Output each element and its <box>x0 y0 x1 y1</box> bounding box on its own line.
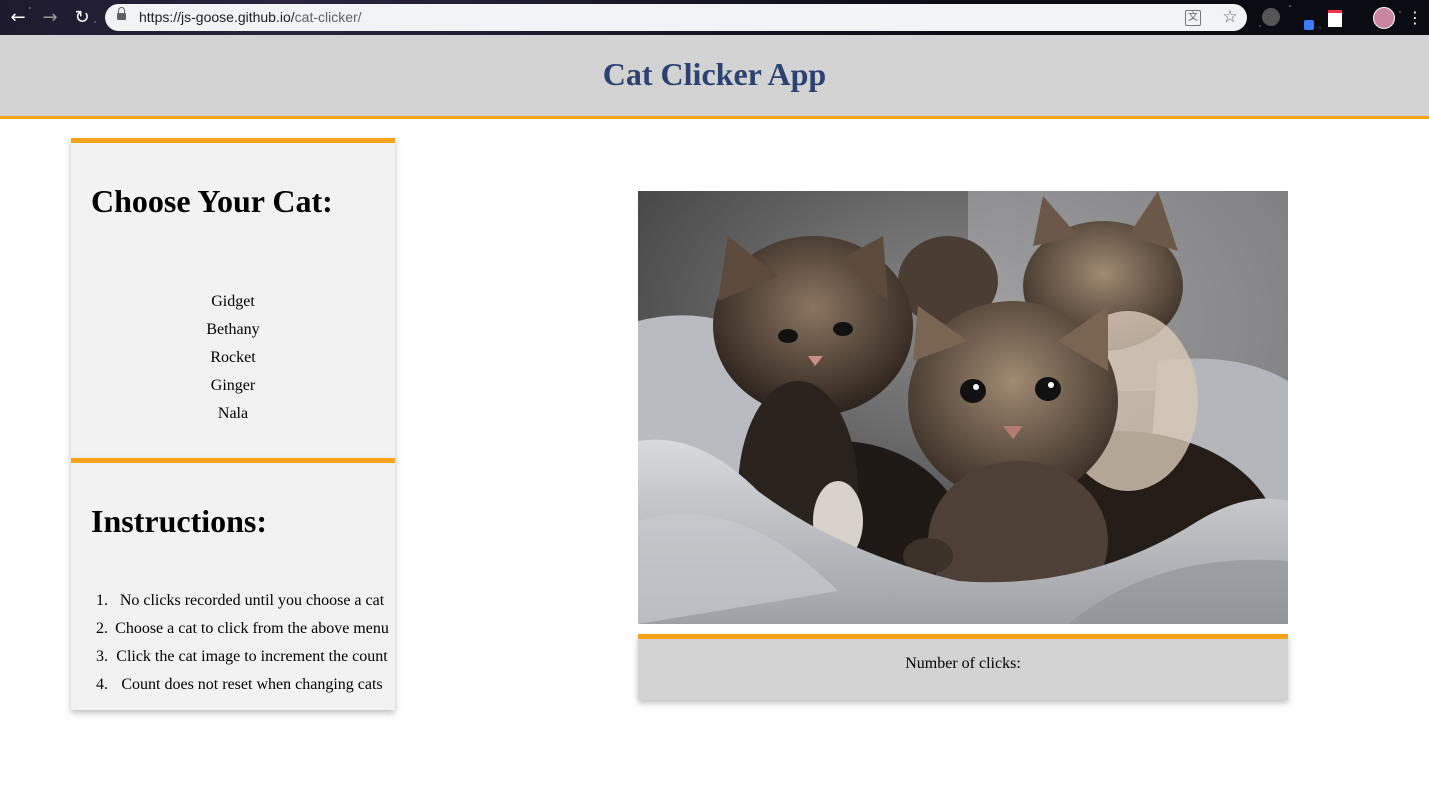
instruction-text: No clicks recorded until you choose a ca… <box>119 592 385 609</box>
instruction-text: Click the cat image to increment the cou… <box>116 648 388 665</box>
back-arrow-icon[interactable]: ← <box>6 6 30 30</box>
app-header: Cat Clicker App <box>0 35 1429 119</box>
cat-option-ginger[interactable]: Ginger <box>71 372 395 400</box>
instruction-item: 1. No clicks recorded until you choose a … <box>71 587 395 615</box>
reload-icon[interactable]: ↻ <box>70 6 94 30</box>
translate-icon[interactable]: 文 <box>1185 10 1201 26</box>
instruction-item: 4. Count does not reset when changing cat… <box>71 671 395 699</box>
instruction-text: Count does not reset when changing cats <box>121 676 383 693</box>
page-title: Cat Clicker App <box>602 56 827 92</box>
cat-menu-card: Choose Your Cat: Gidget Bethany Rocket G… <box>71 138 395 458</box>
address-bar[interactable]: https://js-goose.github.io/cat-clicker/ … <box>105 4 1247 31</box>
url-path: cat-clicker/ <box>294 9 362 25</box>
instruction-number: 1. <box>96 592 108 609</box>
url-text[interactable]: https://js-goose.github.io/cat-clicker/ <box>139 9 362 25</box>
instruction-text: Choose a cat to click from the above men… <box>115 620 389 637</box>
kittens-photo <box>638 191 1288 624</box>
cat-menu-heading: Choose Your Cat: <box>91 183 333 219</box>
instructions-heading: Instructions: <box>91 503 268 539</box>
instruction-item: 3. Click the cat image to increment the c… <box>71 643 395 671</box>
cat-option-nala[interactable]: Nala <box>71 400 395 428</box>
click-counter-label: Number of clicks: <box>905 655 1021 672</box>
extension-calendar-icon[interactable] <box>1328 10 1342 27</box>
cat-option-rocket[interactable]: Rocket <box>71 344 395 372</box>
instruction-number: 4. <box>96 676 108 693</box>
browser-toolbar: ← → ↻ https://js-goose.github.io/cat-cli… <box>0 0 1429 35</box>
url-host: https://js-goose.github.io/ <box>139 9 295 25</box>
instruction-number: 2. <box>96 620 108 637</box>
cat-image[interactable] <box>638 191 1288 624</box>
instructions-card: Instructions: 1. No clicks recorded until… <box>71 458 395 710</box>
instruction-item: 2. Choose a cat to click from the above m… <box>71 615 395 643</box>
cat-option-bethany[interactable]: Bethany <box>71 316 395 344</box>
click-counter-panel: Number of clicks: <box>638 634 1288 700</box>
extension-blue-icon[interactable] <box>1304 20 1314 30</box>
cat-option-gidget[interactable]: Gidget <box>71 288 395 316</box>
forward-arrow-icon[interactable]: → <box>38 6 62 30</box>
cat-list: Gidget Bethany Rocket Ginger Nala <box>71 288 395 428</box>
more-vert-icon[interactable]: ⋮ <box>1407 6 1423 30</box>
star-icon[interactable]: ☆ <box>1221 8 1239 26</box>
instructions-list: 1. No clicks recorded until you choose a … <box>71 587 395 699</box>
profile-avatar[interactable] <box>1373 7 1395 29</box>
lock-icon <box>117 7 126 20</box>
extension-cat-icon[interactable] <box>1262 8 1280 26</box>
instruction-number: 3. <box>96 648 108 665</box>
